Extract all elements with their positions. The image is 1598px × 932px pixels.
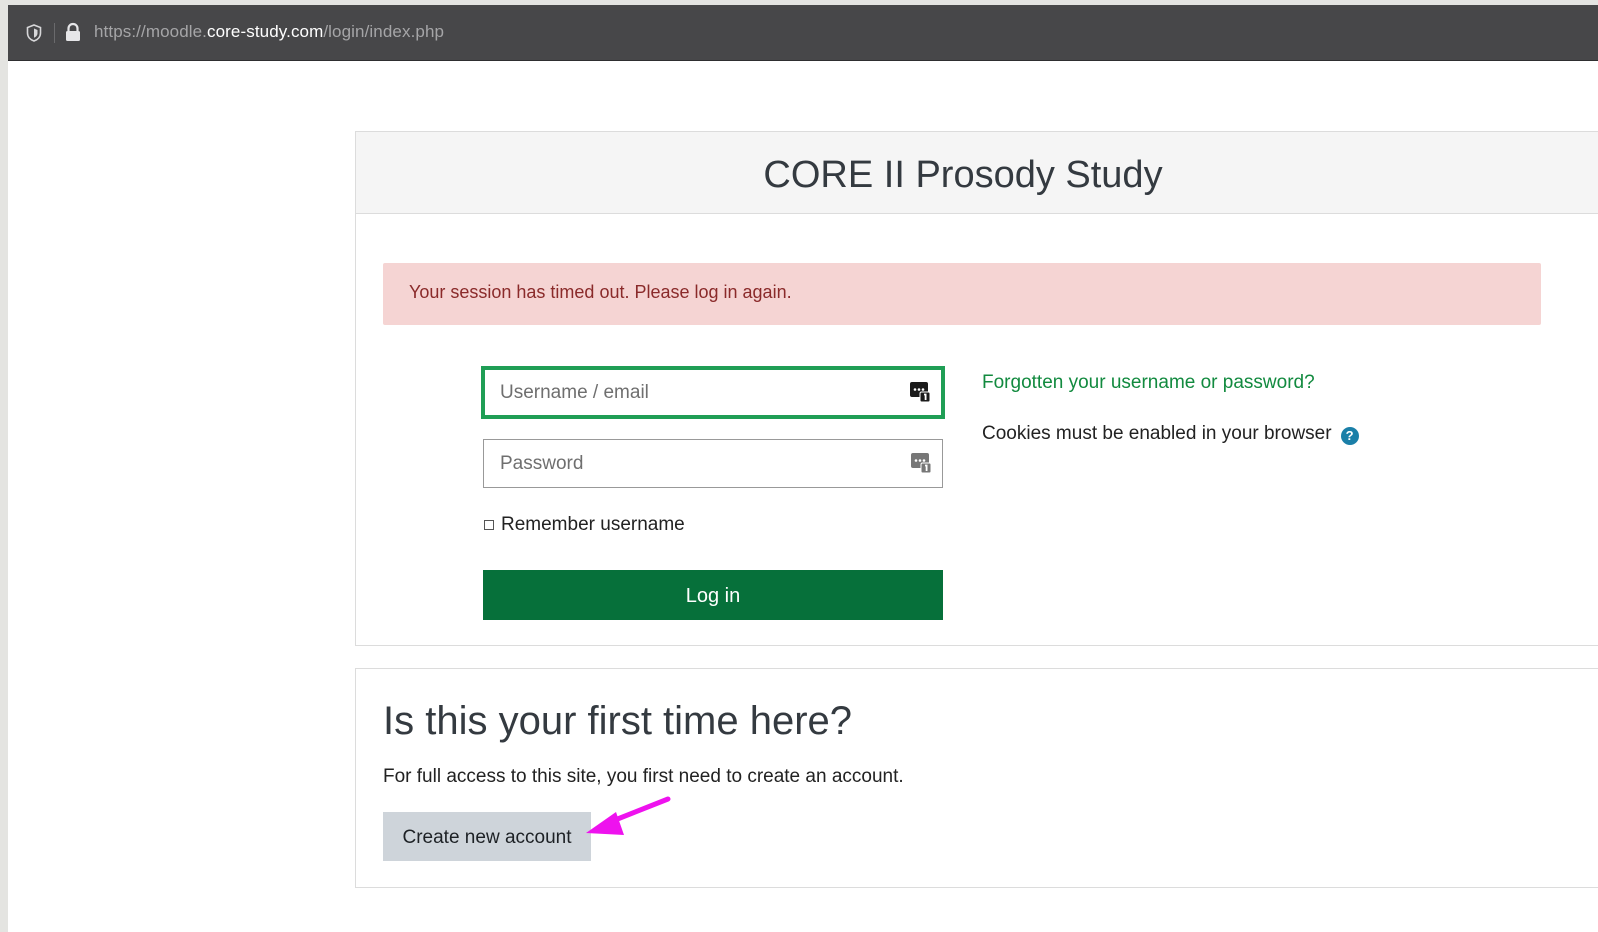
password-input[interactable] [484,440,942,487]
password-manager-key-icon[interactable] [910,452,932,474]
address-bar[interactable]: https://moodle.core-study.com/login/inde… [8,5,1598,61]
cookies-notice-text: Cookies must be enabled in your browser [982,423,1332,444]
remember-username-option[interactable]: Remember username [484,514,685,536]
session-timeout-alert: Your session has timed out. Please log i… [383,263,1541,325]
url-path: /login/index.php [323,22,445,41]
login-card-header: CORE II Prosody Study [356,132,1598,214]
address-bar-divider [54,23,55,43]
url-prefix: https://moodle. [94,22,208,41]
forgot-password-link[interactable]: Forgotten your username or password? [982,372,1315,394]
site-title: CORE II Prosody Study [763,154,1163,196]
shield-icon[interactable] [26,24,42,42]
username-field[interactable] [481,366,945,419]
cookies-notice: Cookies must be enabled in your browser … [982,423,1359,445]
remember-username-checkbox[interactable] [484,520,494,530]
password-field[interactable] [483,439,943,488]
login-button[interactable]: Log in [483,570,943,620]
username-input[interactable] [485,370,941,415]
browser-window: https://moodle.core-study.com/login/inde… [8,5,1598,932]
alert-message: Your session has timed out. Please log i… [409,282,792,302]
login-card: CORE II Prosody Study Your session has t… [355,131,1598,646]
password-manager-key-icon[interactable] [909,381,931,403]
help-icon[interactable]: ? [1340,427,1359,445]
remember-username-label: Remember username [501,514,685,535]
signup-description: For full access to this site, you first … [383,766,904,787]
create-account-button[interactable]: Create new account [383,812,591,861]
url-text[interactable]: https://moodle.core-study.com/login/inde… [94,22,444,42]
url-host: core-study.com [207,22,324,41]
signup-heading: Is this your first time here? [383,699,853,743]
signup-card: Is this your first time here? For full a… [355,668,1598,888]
lock-icon[interactable] [64,22,82,42]
annotation-arrow-icon [586,796,671,835]
